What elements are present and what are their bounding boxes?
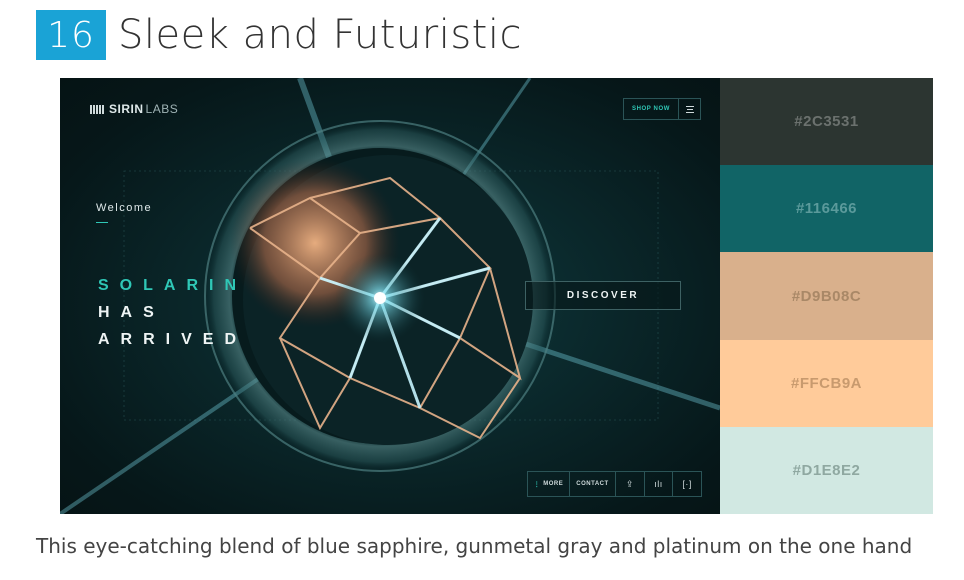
description-text: This eye-catching blend of blue sapphire… bbox=[36, 534, 913, 558]
swatch-3: #D9B08C bbox=[720, 252, 933, 340]
bottom-toolbar: ⋮ MORE CONTACT ⇪ ılı [·] bbox=[527, 471, 702, 497]
discover-button[interactable]: DISCOVER bbox=[525, 281, 681, 310]
color-palette: #2C3531 #116466 #D9B08C #FFCB9A #D1E8E2 bbox=[720, 78, 933, 515]
section-title: Sleek and Futuristic bbox=[118, 12, 522, 58]
contact-button[interactable]: CONTACT bbox=[570, 472, 616, 496]
headline-line-2: HAS bbox=[98, 304, 165, 321]
swatch-hex-5: #D1E8E2 bbox=[792, 461, 861, 479]
swatch-1: #2C3531 bbox=[720, 78, 933, 166]
welcome-underline bbox=[96, 222, 108, 223]
headline-line-1: SOLARIN bbox=[98, 277, 247, 294]
more-button[interactable]: ⋮ MORE bbox=[528, 472, 570, 496]
swatch-4: #FFCB9A bbox=[720, 339, 933, 427]
fullscreen-icon[interactable]: [·] bbox=[673, 472, 701, 496]
header-actions: SHOP NOW bbox=[623, 98, 701, 120]
swatch-hex-1: #2C3531 bbox=[794, 113, 859, 131]
swatch-2: #116466 bbox=[720, 165, 933, 253]
section-number-badge: 16 bbox=[36, 10, 106, 60]
hamburger-menu-icon[interactable] bbox=[679, 105, 700, 113]
swatch-hex-3: #D9B08C bbox=[791, 287, 862, 305]
brand-sub: LABS bbox=[145, 102, 179, 116]
more-dots-icon: ⋮ bbox=[533, 481, 541, 488]
headline-line-3: ARRIVED bbox=[98, 331, 248, 348]
swatch-hex-2: #116466 bbox=[795, 200, 858, 218]
brand-name: SIRIN bbox=[109, 102, 144, 116]
description-continuation bbox=[36, 566, 956, 580]
sound-bars-icon[interactable]: ılı bbox=[645, 472, 674, 496]
more-label: MORE bbox=[543, 481, 564, 487]
brand-mark-icon bbox=[90, 104, 104, 114]
welcome-label: Welcome bbox=[96, 202, 153, 214]
shop-now-button[interactable]: SHOP NOW bbox=[624, 99, 680, 119]
swatch-hex-4: #FFCB9A bbox=[790, 374, 862, 392]
swatch-5: #D1E8E2 bbox=[720, 426, 933, 515]
section-heading: 16 Sleek and Futuristic bbox=[36, 10, 522, 60]
share-icon[interactable]: ⇪ bbox=[616, 472, 645, 496]
website-preview-image: SIRIN LABS SHOP NOW Welcome SOLARIN HAS … bbox=[60, 78, 720, 514]
brand-logo[interactable]: SIRIN LABS bbox=[90, 102, 178, 116]
